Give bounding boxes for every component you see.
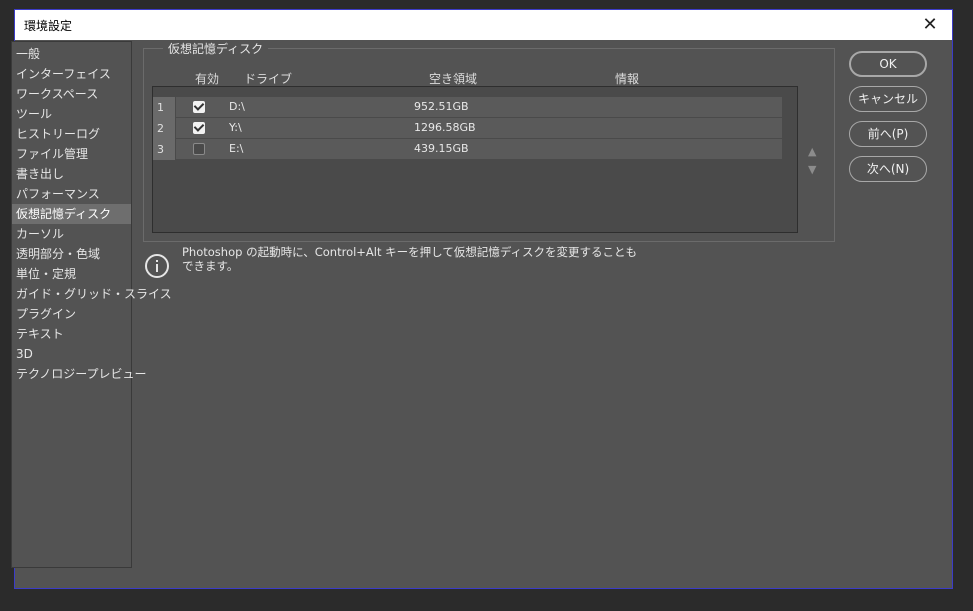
enabled-checkbox[interactable]: [193, 101, 205, 113]
drive-cell: Y:\: [229, 121, 242, 134]
free-space-cell: 439.15GB: [414, 142, 469, 155]
nav-item-technology-previews[interactable]: テクノロジープレビュー: [12, 364, 147, 384]
table-row[interactable]: 2 Y:\ 1296.58GB: [153, 118, 782, 139]
row-number: 3: [153, 139, 175, 160]
nav-item-export[interactable]: 書き出し: [12, 164, 131, 184]
nav-item-file-handling[interactable]: ファイル管理: [12, 144, 131, 164]
table-row[interactable]: 3 E:\ 439.15GB: [153, 139, 782, 160]
nav-item-general[interactable]: 一般: [12, 44, 131, 64]
scratch-disk-table: 1 D:\ 952.51GB 2 Y:\ 1296.58GB 3 E:\ 439…: [152, 86, 798, 233]
info-message-line-1: Photoshop の起動時に、Control+Alt キーを押して仮想記憶ディ…: [182, 245, 638, 259]
prev-button[interactable]: 前へ(P): [849, 121, 927, 147]
info-message: Photoshop の起動時に、Control+Alt キーを押して仮想記憶ディ…: [182, 245, 652, 273]
nav-item-type[interactable]: テキスト: [12, 324, 131, 344]
ok-button[interactable]: OK: [849, 51, 927, 77]
info-message-line-2: できます。: [182, 259, 239, 273]
column-header-info: 情報: [615, 72, 640, 86]
info-icon: [145, 254, 169, 278]
table-row[interactable]: 1 D:\ 952.51GB: [153, 97, 782, 118]
nav-item-cursors[interactable]: カーソル: [12, 224, 131, 244]
column-header-free-space: 空き領域: [429, 72, 478, 86]
nav-item-performance[interactable]: パフォーマンス: [12, 184, 131, 204]
enabled-checkbox[interactable]: [193, 143, 205, 155]
row-cells: Y:\ 1296.58GB: [176, 118, 782, 139]
close-icon[interactable]: ✕: [908, 10, 952, 40]
row-number: 1: [153, 97, 175, 118]
preferences-nav: 一般 インターフェイス ワークスペース ツール ヒストリーログ ファイル管理 書…: [11, 41, 172, 568]
move-down-icon[interactable]: ▼: [808, 163, 816, 176]
enabled-checkbox[interactable]: [193, 122, 205, 134]
nav-item-interface[interactable]: インターフェイス: [12, 64, 131, 84]
nav-item-tools[interactable]: ツール: [12, 104, 131, 124]
window-title: 環境設定: [24, 19, 73, 33]
group-title: 仮想記憶ディスク: [163, 40, 269, 57]
nav-item-plugins[interactable]: プラグイン: [12, 304, 131, 324]
nav-item-guides-grid-slices[interactable]: ガイド・グリッド・スライス: [12, 284, 172, 304]
row-cells: D:\ 952.51GB: [176, 97, 782, 118]
nav-item-workspace[interactable]: ワークスペース: [12, 84, 131, 104]
move-up-icon[interactable]: ▲: [808, 145, 816, 158]
drive-cell: D:\: [229, 100, 245, 113]
row-number: 2: [153, 118, 175, 139]
nav-item-3d[interactable]: 3D: [12, 344, 131, 364]
cancel-button[interactable]: キャンセル: [849, 86, 927, 112]
row-cells: E:\ 439.15GB: [176, 139, 782, 160]
drive-cell: E:\: [229, 142, 244, 155]
column-header-enabled: 有効: [195, 72, 220, 86]
column-header-drive: ドライブ: [244, 72, 293, 86]
nav-item-units-rulers[interactable]: 単位・定規: [12, 264, 131, 284]
title-bar: 環境設定 ✕: [15, 10, 952, 40]
free-space-cell: 952.51GB: [414, 100, 469, 113]
free-space-cell: 1296.58GB: [414, 121, 476, 134]
nav-item-transparency-gamut[interactable]: 透明部分・色域: [12, 244, 131, 264]
next-button[interactable]: 次へ(N): [849, 156, 927, 182]
nav-item-scratch-disks[interactable]: 仮想記憶ディスク: [12, 204, 131, 224]
nav-item-history-log[interactable]: ヒストリーログ: [12, 124, 131, 144]
